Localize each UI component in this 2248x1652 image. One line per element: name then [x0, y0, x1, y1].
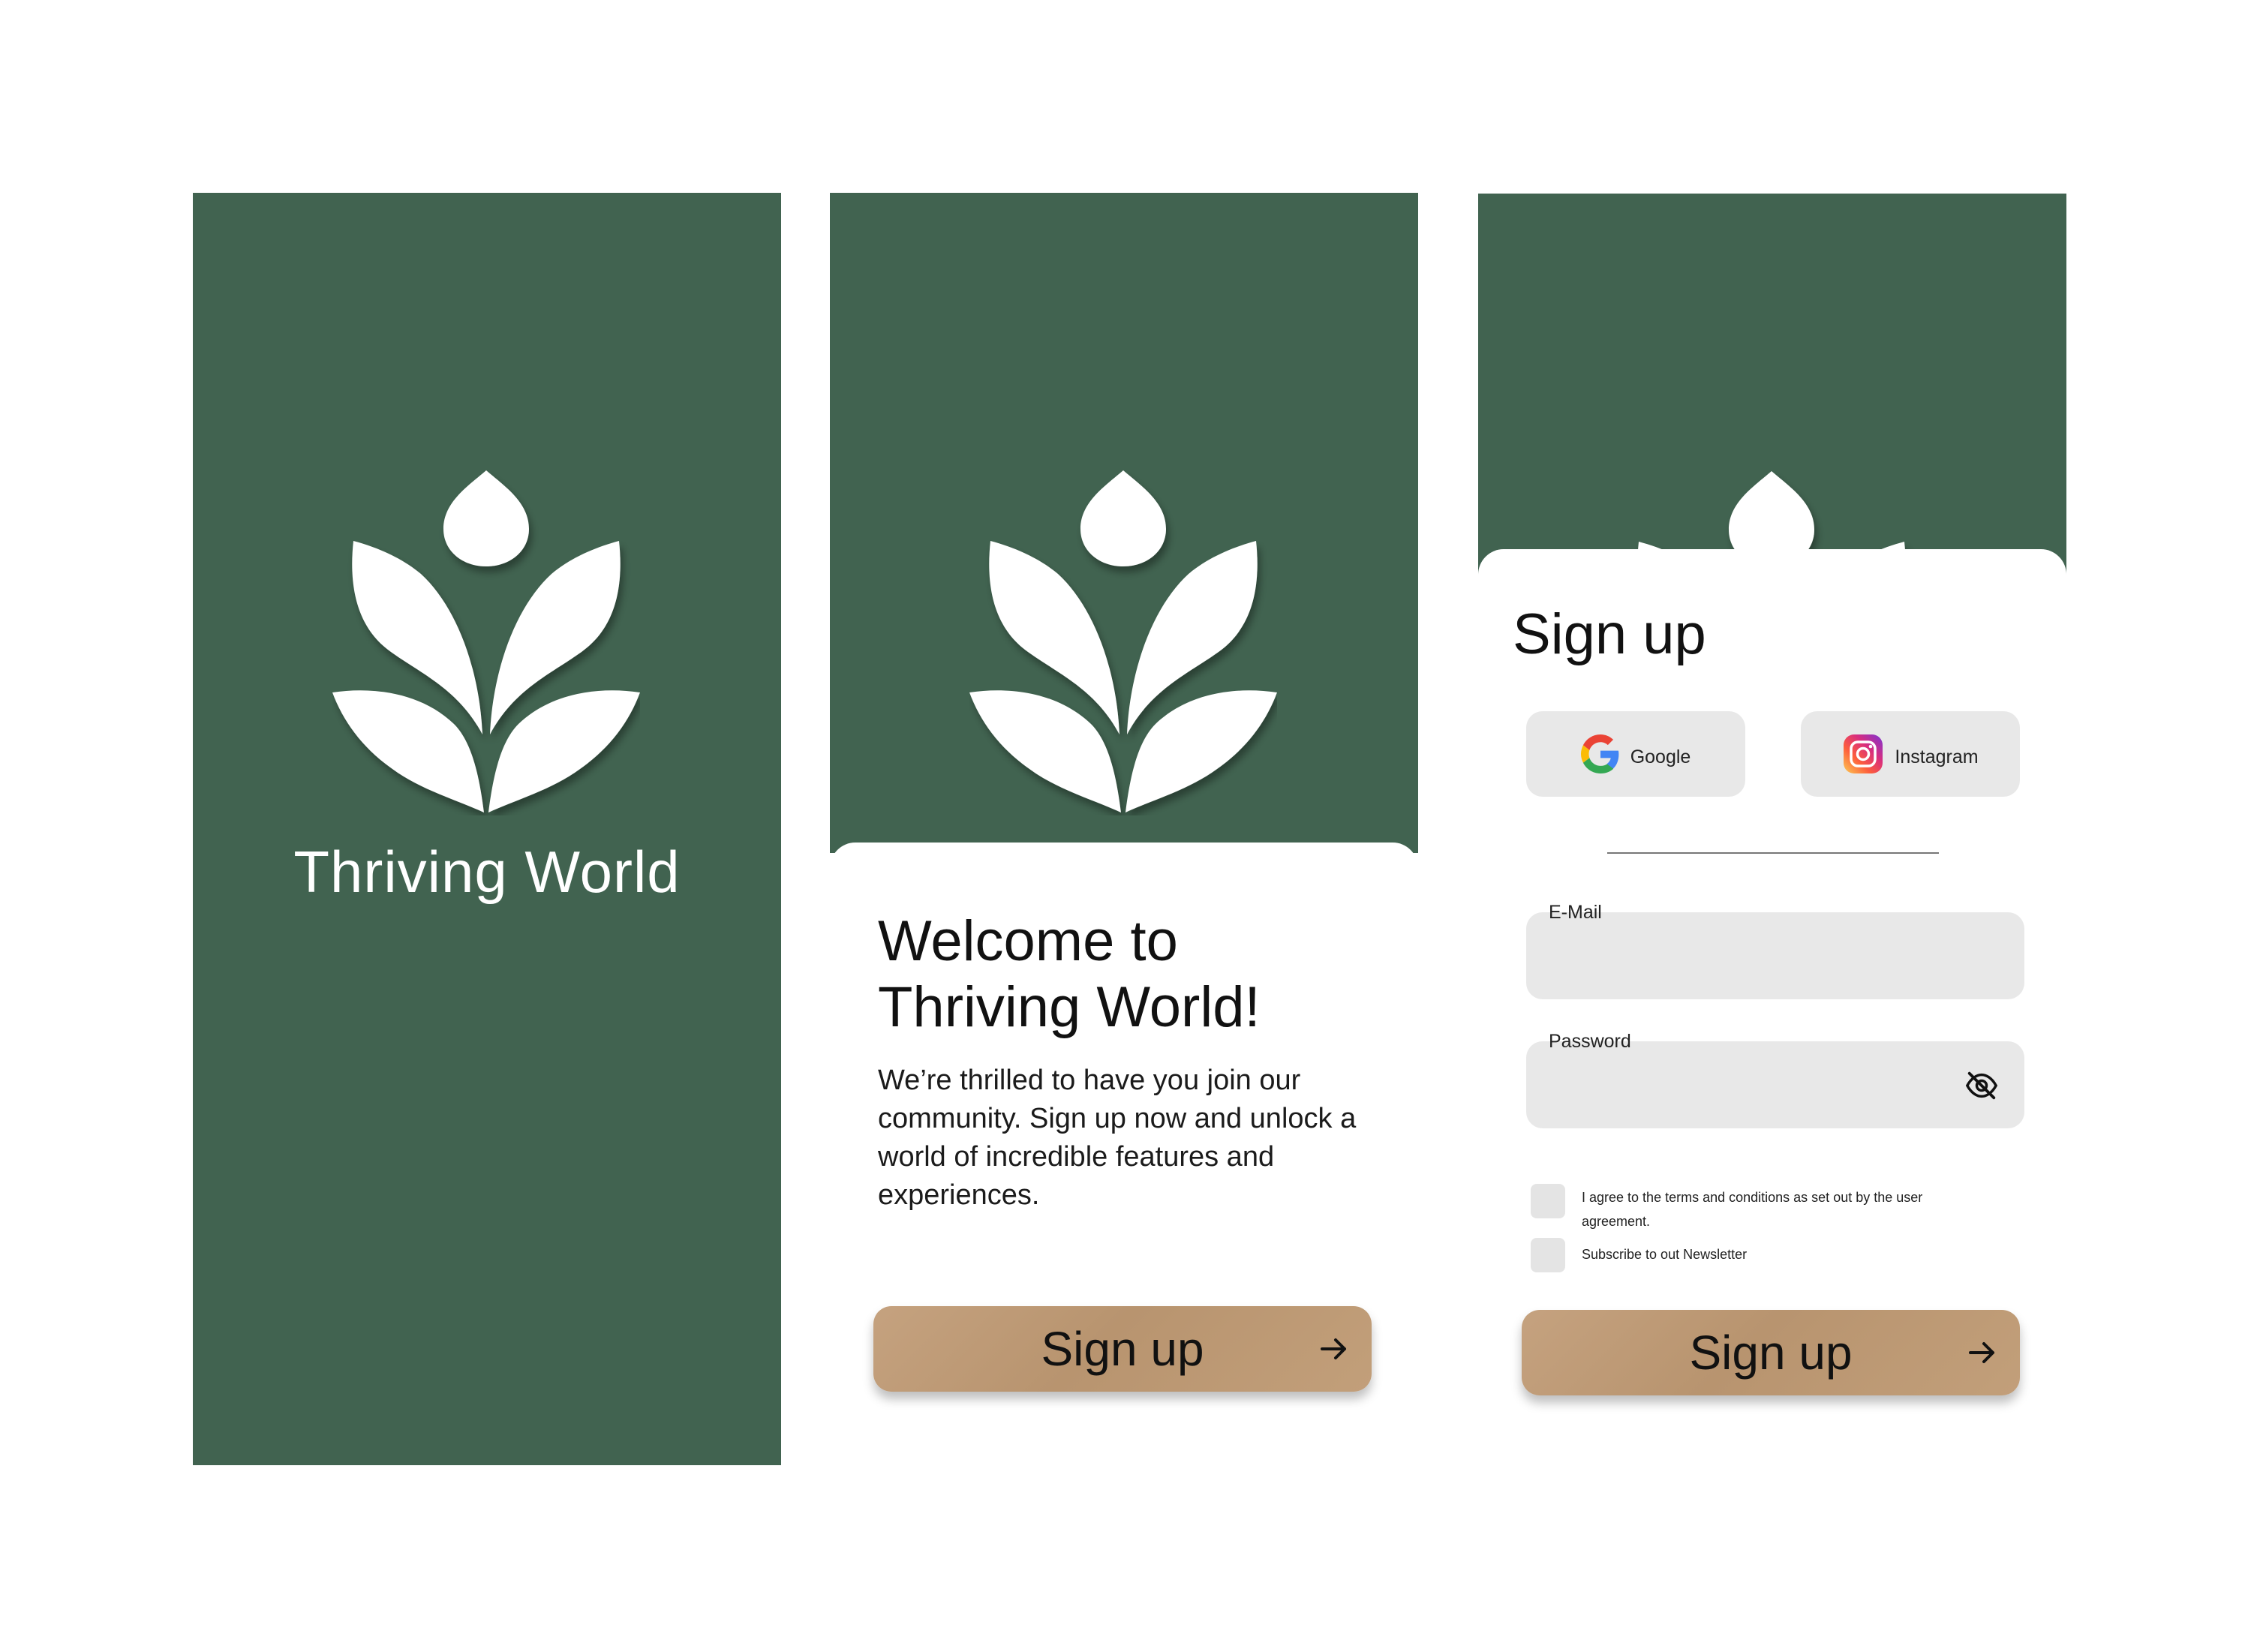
- eye-off-icon[interactable]: [1964, 1068, 1999, 1103]
- instagram-signup-button[interactable]: Instagram: [1801, 711, 2020, 797]
- signup-submit-label: Sign up: [1689, 1326, 1853, 1380]
- google-signup-button[interactable]: Google: [1526, 711, 1745, 797]
- instagram-button-label: Instagram: [1895, 746, 1979, 767]
- lotus-leaf-icon: [332, 470, 640, 815]
- password-label: Password: [1549, 1031, 1631, 1052]
- welcome-heading-line-2: Thriving World!: [878, 975, 1261, 1039]
- email-label: E-Mail: [1549, 902, 1602, 923]
- email-input[interactable]: [1547, 935, 1970, 989]
- splash-background: [193, 193, 781, 1465]
- terms-text: I agree to the terms and conditions as s…: [1582, 1190, 1923, 1229]
- terms-checkbox[interactable]: [1531, 1184, 1565, 1218]
- divider: [1607, 852, 1939, 854]
- newsletter-checkbox[interactable]: [1531, 1238, 1565, 1272]
- splash-screen: Thriving World: [193, 193, 781, 1465]
- welcome-screen: Welcome to Thriving World! We’re thrille…: [830, 193, 1418, 1465]
- arrow-right-icon: [1321, 1338, 1346, 1359]
- signup-screen: Sign up Google Instagram E-Mail Password…: [1478, 194, 2066, 1466]
- signup-button-label: Sign up: [1041, 1322, 1204, 1376]
- newsletter-row: Subscribe to out Newsletter: [1531, 1238, 1987, 1272]
- signup-submit-button[interactable]: Sign up: [1522, 1310, 2020, 1395]
- password-input[interactable]: [1547, 1064, 1970, 1118]
- newsletter-text: Subscribe to out Newsletter: [1582, 1247, 1748, 1262]
- welcome-description: We’re thrilled to have you join our comm…: [878, 1065, 1357, 1211]
- signup-card: Sign up Google Instagram E-Mail Password…: [1478, 549, 2066, 1466]
- password-field[interactable]: [1526, 1041, 2024, 1128]
- arrow-right-icon: [1969, 1342, 1994, 1363]
- instagram-icon: [1844, 734, 1883, 773]
- google-icon: [1580, 734, 1619, 773]
- lotus-leaf-icon: [969, 470, 1277, 815]
- welcome-signup-button[interactable]: Sign up: [873, 1306, 1372, 1392]
- email-field[interactable]: [1526, 912, 2024, 999]
- signup-title: Sign up: [1513, 602, 1706, 666]
- google-button-label: Google: [1630, 746, 1691, 767]
- welcome-heading-line-1: Welcome to: [878, 909, 1178, 973]
- app-name: Thriving World: [293, 839, 681, 905]
- terms-agreement-row: I agree to the terms and conditions as s…: [1531, 1184, 1987, 1233]
- welcome-heading: Welcome to Thriving World!: [878, 909, 1388, 1041]
